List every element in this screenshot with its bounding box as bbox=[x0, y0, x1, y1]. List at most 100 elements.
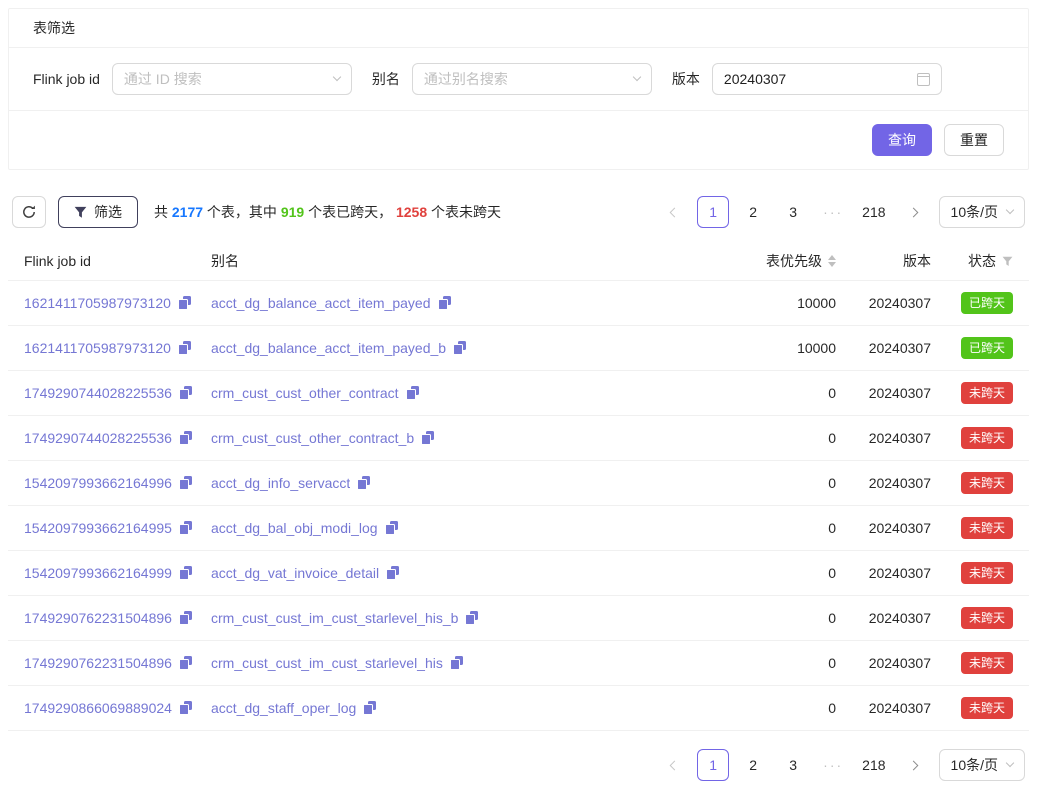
summary-part: 个表未跨天 bbox=[427, 204, 501, 220]
alias-link[interactable]: crm_cust_cust_im_cust_starlevel_his bbox=[211, 655, 443, 671]
cell-version: 20240307 bbox=[844, 700, 939, 716]
cell-priority: 0 bbox=[719, 520, 844, 536]
pagination-page-1[interactable]: 1 bbox=[697, 196, 729, 228]
search-button[interactable]: 查询 bbox=[872, 124, 932, 156]
filter-toggle-button[interactable]: 筛选 bbox=[58, 196, 138, 228]
copy-icon[interactable] bbox=[179, 476, 192, 490]
flink-job-id-link[interactable]: 1621411705987973120 bbox=[24, 340, 171, 356]
filter-toggle-label: 筛选 bbox=[94, 202, 122, 222]
flink-job-id-link[interactable]: 1749290866069889024 bbox=[24, 700, 172, 716]
alias-link[interactable]: crm_cust_cust_other_contract bbox=[211, 385, 399, 401]
pagination-prev-button[interactable] bbox=[657, 749, 689, 781]
pagination-page-2[interactable]: 2 bbox=[737, 196, 769, 228]
table-header: Flink job id 别名 表优先级 版本 状态 bbox=[8, 242, 1029, 281]
sort-carets-icon[interactable] bbox=[828, 255, 836, 267]
cell-priority: 0 bbox=[719, 385, 844, 401]
pagination-prev-button[interactable] bbox=[657, 196, 689, 228]
chevron-down-icon bbox=[1006, 759, 1014, 767]
copy-icon[interactable] bbox=[438, 296, 451, 310]
chevron-down-icon bbox=[333, 73, 341, 81]
copy-icon[interactable] bbox=[179, 386, 192, 400]
pagination-page-2[interactable]: 2 bbox=[737, 749, 769, 781]
page: 表筛选 Flink job id 通过 ID 搜索 别名 通过别名搜索 版本 bbox=[0, 0, 1037, 805]
alias-link[interactable]: acct_dg_staff_oper_log bbox=[211, 700, 356, 716]
pagination-page-3[interactable]: 3 bbox=[777, 196, 809, 228]
pagination-page-1[interactable]: 1 bbox=[697, 749, 729, 781]
pagination-ellipsis[interactable]: ··· bbox=[817, 749, 849, 781]
version-label: 版本 bbox=[672, 69, 700, 89]
copy-icon[interactable] bbox=[179, 656, 192, 670]
copy-icon[interactable] bbox=[179, 611, 192, 625]
flink-job-id-placeholder: 通过 ID 搜索 bbox=[124, 69, 202, 89]
refresh-button[interactable] bbox=[12, 196, 46, 228]
copy-icon[interactable] bbox=[179, 566, 192, 580]
flink-job-id-link[interactable]: 1542097993662164995 bbox=[24, 520, 172, 536]
alias-link[interactable]: acct_dg_balance_acct_item_payed_b bbox=[211, 340, 446, 356]
cell-flink-job-id: 1621411705987973120 bbox=[8, 340, 203, 356]
alias-link[interactable]: crm_cust_cust_im_cust_starlevel_his_b bbox=[211, 610, 458, 626]
pagination-next-button[interactable] bbox=[899, 196, 931, 228]
chevron-right-icon bbox=[909, 207, 919, 217]
page-size-select[interactable]: 10条/页 bbox=[939, 749, 1025, 781]
cell-version: 20240307 bbox=[844, 610, 939, 626]
copy-icon[interactable] bbox=[450, 656, 463, 670]
cell-alias: acct_dg_bal_obj_modi_log bbox=[203, 520, 719, 536]
flink-job-id-link[interactable]: 1542097993662164999 bbox=[24, 565, 172, 581]
copy-icon[interactable] bbox=[385, 521, 398, 535]
summary-text: 共 2177 个表，其中 919 个表已跨天， 1258 个表未跨天 bbox=[154, 202, 501, 222]
pagination-page-3[interactable]: 3 bbox=[777, 749, 809, 781]
flink-job-id-link[interactable]: 1621411705987973120 bbox=[24, 295, 171, 311]
copy-icon[interactable] bbox=[357, 476, 370, 490]
reset-button[interactable]: 重置 bbox=[944, 124, 1004, 156]
flink-job-id-link[interactable]: 1749290744028225536 bbox=[24, 385, 172, 401]
cell-status: 未跨天 bbox=[939, 472, 1029, 494]
flink-job-id-select[interactable]: 通过 ID 搜索 bbox=[112, 63, 352, 95]
column-title: 状态 bbox=[968, 251, 996, 271]
copy-icon[interactable] bbox=[453, 341, 466, 355]
alias-select[interactable]: 通过别名搜索 bbox=[412, 63, 652, 95]
page-size-label: 10条/页 bbox=[951, 202, 998, 222]
pagination-page-218[interactable]: 218 bbox=[857, 196, 890, 228]
copy-icon[interactable] bbox=[421, 431, 434, 445]
copy-icon[interactable] bbox=[179, 431, 192, 445]
chevron-down-icon bbox=[1006, 206, 1014, 214]
cell-alias: crm_cust_cust_im_cust_starlevel_his_b bbox=[203, 610, 719, 626]
column-header-priority[interactable]: 表优先级 bbox=[719, 251, 844, 271]
copy-icon[interactable] bbox=[178, 341, 191, 355]
pagination-page-218[interactable]: 218 bbox=[857, 749, 890, 781]
cell-alias: acct_dg_vat_invoice_detail bbox=[203, 565, 719, 581]
cell-priority: 0 bbox=[719, 700, 844, 716]
copy-icon[interactable] bbox=[363, 701, 376, 715]
alias-link[interactable]: acct_dg_bal_obj_modi_log bbox=[211, 520, 378, 536]
copy-icon[interactable] bbox=[386, 566, 399, 580]
summary-uncrossed-count: 1258 bbox=[396, 204, 427, 220]
copy-icon[interactable] bbox=[465, 611, 478, 625]
chevron-down-icon bbox=[633, 73, 641, 81]
cell-status: 未跨天 bbox=[939, 607, 1029, 629]
table-row: 1749290744028225536 crm_cust_cust_other_… bbox=[8, 416, 1029, 461]
copy-icon[interactable] bbox=[179, 701, 192, 715]
copy-icon[interactable] bbox=[406, 386, 419, 400]
cell-version: 20240307 bbox=[844, 430, 939, 446]
pagination-next-button[interactable] bbox=[899, 749, 931, 781]
alias-link[interactable]: acct_dg_info_servacct bbox=[211, 475, 350, 491]
flink-job-id-link[interactable]: 1749290744028225536 bbox=[24, 430, 172, 446]
alias-link[interactable]: crm_cust_cust_other_contract_b bbox=[211, 430, 414, 446]
alias-link[interactable]: acct_dg_vat_invoice_detail bbox=[211, 565, 379, 581]
version-date-input[interactable]: 20240307 bbox=[712, 63, 942, 95]
page-size-select[interactable]: 10条/页 bbox=[939, 196, 1025, 228]
table-row: 1621411705987973120 acct_dg_balance_acct… bbox=[8, 281, 1029, 326]
alias-link[interactable]: acct_dg_balance_acct_item_payed bbox=[211, 295, 431, 311]
copy-icon[interactable] bbox=[178, 296, 191, 310]
status-badge: 未跨天 bbox=[961, 517, 1013, 539]
filter-actions-row: 查询 重置 bbox=[9, 110, 1028, 169]
flink-job-id-link[interactable]: 1542097993662164996 bbox=[24, 475, 172, 491]
flink-job-id-link[interactable]: 1749290762231504896 bbox=[24, 610, 172, 626]
pagination-ellipsis[interactable]: ··· bbox=[817, 196, 849, 228]
status-badge: 未跨天 bbox=[961, 697, 1013, 719]
status-filter-icon[interactable] bbox=[1002, 256, 1013, 267]
results-table: Flink job id 别名 表优先级 版本 状态 1621411705987… bbox=[8, 242, 1029, 731]
summary-total-count: 2177 bbox=[172, 204, 203, 220]
flink-job-id-link[interactable]: 1749290762231504896 bbox=[24, 655, 172, 671]
copy-icon[interactable] bbox=[179, 521, 192, 535]
